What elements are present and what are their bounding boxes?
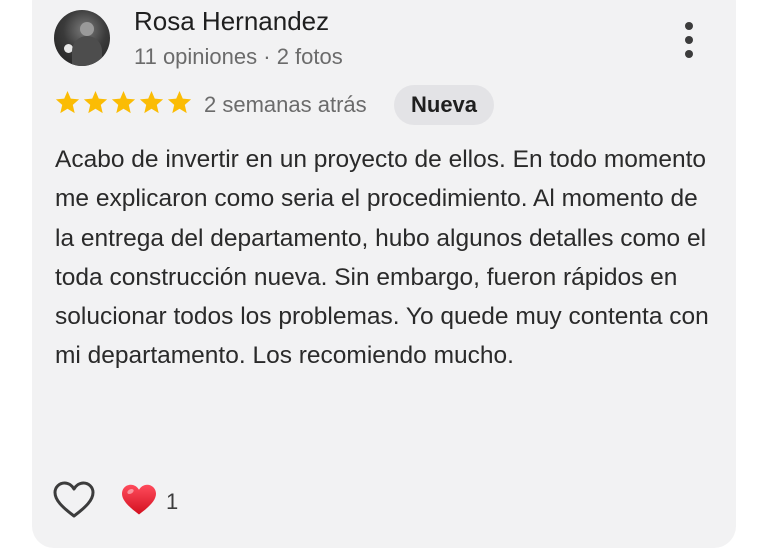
- star-icon: [110, 89, 137, 121]
- review-time: 2 semanas atrás: [204, 92, 367, 117]
- more-vert-icon[interactable]: [678, 20, 702, 60]
- avatar[interactable]: [54, 10, 110, 66]
- red-heart-icon: [120, 483, 158, 522]
- heart-outline-icon[interactable]: [52, 480, 96, 520]
- reaction-count: 1: [166, 489, 179, 514]
- review-card: Rosa Hernandez 11 opiniones · 2 fotos 2 …: [32, 0, 736, 548]
- star-rating: [54, 89, 193, 121]
- avatar-head: [80, 22, 94, 36]
- heart-reaction-button[interactable]: 1: [120, 484, 178, 520]
- author-meta: 11 opiniones · 2 fotos: [134, 44, 343, 69]
- new-badge: Nueva: [394, 85, 495, 125]
- star-icon: [82, 89, 109, 121]
- star-icon: [166, 89, 193, 121]
- review-text: Acabo de invertir en un proyecto de ello…: [55, 146, 709, 370]
- avatar-figure: [72, 36, 102, 66]
- author-name[interactable]: Rosa Hernandez: [134, 4, 329, 38]
- star-icon: [54, 89, 81, 121]
- star-icon: [138, 89, 165, 121]
